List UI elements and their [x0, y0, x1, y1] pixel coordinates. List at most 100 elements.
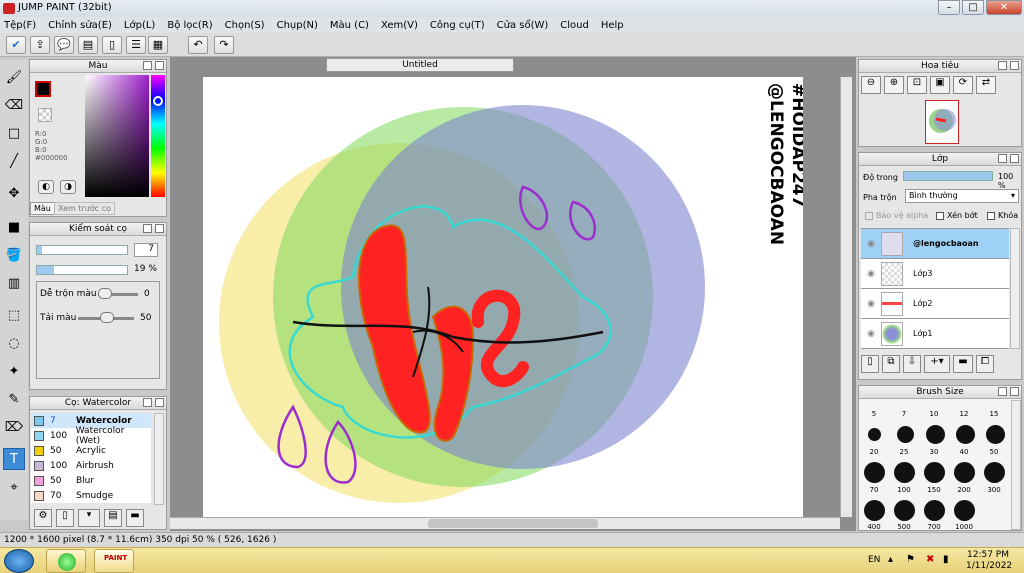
blend-slider-handle[interactable] — [98, 288, 112, 299]
panel-close-icon[interactable] — [1010, 61, 1019, 70]
zoom-in-icon[interactable]: ⊕ — [884, 76, 904, 94]
menu-window[interactable]: Cửa sổ(W) — [497, 20, 549, 31]
menu-filter[interactable]: Bộ lọc(R) — [167, 20, 212, 31]
brush-folder-icon[interactable]: ▬ — [126, 509, 144, 527]
new-layer-icon[interactable]: ▯ — [861, 355, 879, 373]
panel-close-icon[interactable] — [1010, 387, 1019, 396]
brush-size-slider[interactable] — [36, 245, 128, 255]
layer-folder-icon[interactable]: ▬ — [953, 355, 973, 373]
browser-taskbar-button[interactable] — [46, 549, 86, 573]
layer-list-scrollbar[interactable] — [1010, 228, 1020, 349]
brush-size-dot[interactable] — [986, 425, 1005, 444]
brush-size-dot[interactable] — [868, 428, 881, 441]
fill-rect-tool-icon[interactable]: ■ — [3, 216, 25, 238]
document-icon[interactable]: ▯ — [102, 36, 122, 54]
share-icon[interactable]: ⇪ — [30, 36, 50, 54]
visibility-icon[interactable]: ◉ — [861, 329, 881, 339]
brush-size-dot[interactable] — [924, 500, 945, 521]
brush-opacity-slider[interactable] — [36, 265, 128, 275]
brush-tool-icon[interactable]: 🖌 — [3, 66, 25, 88]
brush-settings-icon[interactable]: ⚙ — [34, 509, 52, 527]
reload-slider-handle[interactable] — [100, 312, 114, 323]
magic-wand-icon[interactable]: ✦ — [3, 360, 25, 382]
jumppaint-taskbar-button[interactable]: PAINT — [94, 549, 134, 573]
language-indicator[interactable]: EN — [868, 555, 880, 565]
note-icon[interactable]: ▤ — [78, 36, 98, 54]
tray-network-icon[interactable]: ⚑ — [906, 554, 915, 565]
brush-size-dot[interactable] — [926, 425, 945, 444]
layer-opacity-slider[interactable] — [903, 171, 993, 181]
check-icon[interactable]: ✔ — [6, 36, 26, 54]
actual-size-icon[interactable]: ▣ — [930, 76, 950, 94]
tab-brush-preview[interactable]: Xem trước cọ — [54, 202, 116, 215]
panel-close-icon[interactable] — [1010, 154, 1019, 163]
transparent-swatch[interactable] — [38, 108, 52, 122]
visibility-icon[interactable]: ◉ — [861, 269, 881, 279]
panel-float-icon[interactable] — [998, 61, 1007, 70]
new-brush-icon[interactable]: ▯ — [56, 509, 74, 527]
bucket-tool-icon[interactable]: 🪣 — [3, 244, 25, 266]
blend-mode-select[interactable]: Bình thường ▾ — [905, 189, 1019, 203]
flip-icon[interactable]: ⇄ — [976, 76, 996, 94]
brush-item-blur[interactable]: 50 Blur — [31, 473, 151, 488]
menu-layer[interactable]: Lớp(L) — [124, 20, 155, 31]
menu-file[interactable]: Tệp(F) — [4, 20, 36, 31]
clipping-checkbox[interactable]: Xén bớt — [936, 211, 978, 220]
brush-size-dot[interactable] — [897, 426, 914, 443]
signal-icon[interactable]: ▮ — [943, 554, 949, 565]
eyedropper-tool-icon[interactable]: ⌖ — [3, 476, 25, 498]
palette-icon[interactable]: ◐ — [38, 180, 54, 194]
menu-view[interactable]: Xem(V) — [381, 20, 418, 31]
select-rect-icon[interactable]: ⬚ — [3, 304, 25, 326]
brush-size-dot[interactable] — [894, 462, 915, 483]
rotate-icon[interactable]: ⟳ — [953, 76, 973, 94]
brush-size-dot[interactable] — [924, 462, 945, 483]
palette-add-icon[interactable]: ◑ — [60, 180, 76, 194]
tab-color[interactable]: Màu — [30, 202, 55, 215]
menu-select[interactable]: Chọn(S) — [225, 20, 265, 31]
panel-float-icon[interactable] — [143, 398, 152, 407]
menu-capture[interactable]: Chụp(N) — [277, 20, 318, 31]
menu-tools[interactable]: Công cụ(T) — [430, 20, 485, 31]
brush-size-dot[interactable] — [864, 500, 885, 521]
panel-float-icon[interactable] — [998, 154, 1007, 163]
duplicate-icon[interactable]: ⧠ — [976, 355, 994, 373]
brush-item-watercolor-wet[interactable]: 100 Watercolor (Wet) — [31, 426, 151, 446]
comment-icon[interactable]: 💬 — [54, 36, 74, 54]
menu-help[interactable]: Help — [601, 20, 624, 31]
panel-close-icon[interactable] — [155, 61, 164, 70]
minimize-button[interactable]: – — [938, 0, 960, 15]
brush-menu-icon[interactable]: ▾ — [78, 509, 100, 527]
panel-close-icon[interactable] — [155, 224, 164, 233]
brush-size-input[interactable]: 7 — [134, 243, 158, 257]
undo-icon[interactable]: ↶ — [188, 36, 208, 54]
brush-size-dot[interactable] — [864, 462, 885, 483]
lasso-icon[interactable]: ◌ — [3, 332, 25, 354]
line-tool-icon[interactable]: ╱ — [3, 150, 25, 172]
layer-item-lengocbaoan[interactable]: ◉ @lengocbaoan — [861, 229, 1009, 259]
panel-float-icon[interactable] — [143, 61, 152, 70]
tray-chevron-icon[interactable]: ▴ — [888, 554, 893, 565]
navigator-preview[interactable] — [925, 100, 959, 144]
visibility-icon[interactable]: ◉ — [861, 239, 881, 249]
clock[interactable]: 12:57 PM 1/11/2022 — [966, 550, 1012, 572]
foreground-color-swatch[interactable] — [35, 81, 51, 97]
lock-checkbox[interactable]: Khóa — [987, 211, 1018, 220]
menu-edit[interactable]: Chỉnh sửa(E) — [48, 20, 112, 31]
grid-icon[interactable]: ▦ — [148, 36, 168, 54]
layer-item-lop3[interactable]: ◉ Lớp3 — [861, 259, 1009, 289]
brush-size-dot[interactable] — [954, 462, 975, 483]
close-button[interactable]: ✕ — [986, 0, 1022, 15]
panel-float-icon[interactable] — [143, 224, 152, 233]
horizontal-scrollbar[interactable] — [170, 517, 840, 529]
menu-cloud[interactable]: Cloud — [560, 20, 589, 31]
menu-color[interactable]: Màu (C) — [330, 20, 369, 31]
layer-item-lop1[interactable]: ◉ Lớp1 — [861, 319, 1009, 349]
list-icon[interactable]: ☰ — [126, 36, 146, 54]
start-button[interactable] — [4, 549, 34, 573]
select-pen-icon[interactable]: ✎ — [3, 388, 25, 410]
tray-app-icon[interactable]: ✖ — [926, 554, 934, 565]
maximize-button[interactable]: □ — [962, 0, 984, 15]
fit-icon[interactable]: ⊡ — [907, 76, 927, 94]
panel-close-icon[interactable] — [155, 398, 164, 407]
